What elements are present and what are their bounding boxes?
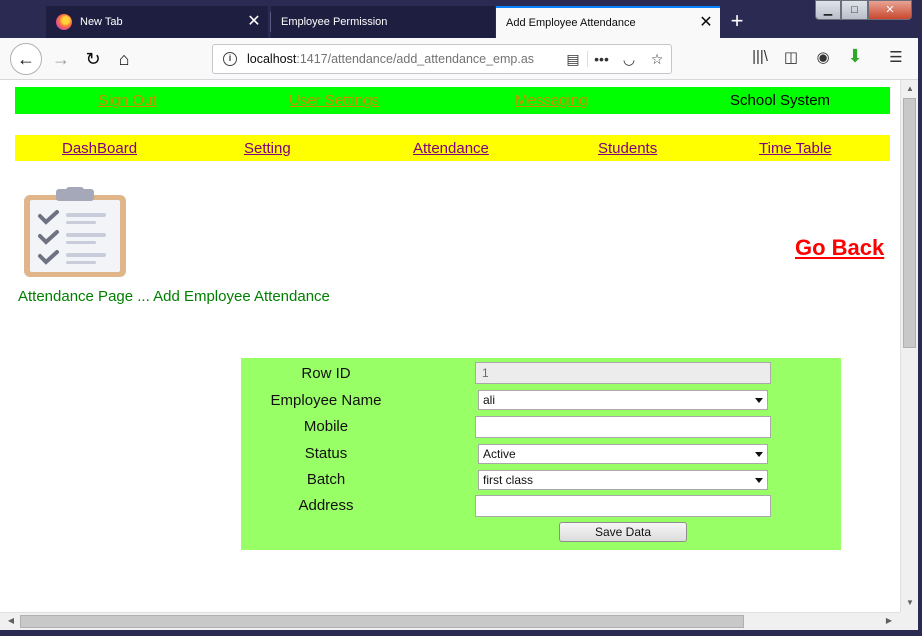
go-back-link[interactable]: Go Back <box>795 235 884 261</box>
browser-titlebar: New Tab ✕ Employee Permission Add Employ… <box>0 0 922 38</box>
main-menu-bar: DashBoard Setting Attendance Students Ti… <box>15 135 890 161</box>
reload-button[interactable]: ↻ <box>77 43 109 75</box>
tab-label: Employee Permission <box>281 16 388 28</box>
window-border <box>918 0 922 636</box>
row-id-field: 1 <box>475 362 771 384</box>
status-value: Active <box>483 447 516 461</box>
top-menu-bar: Sign Out User Settings Messaging School … <box>15 87 890 114</box>
home-button[interactable]: ⌂ <box>108 43 140 75</box>
nav-dashboard[interactable]: DashBoard <box>62 140 137 157</box>
bookmark-star-icon[interactable]: ☆ <box>643 51 671 68</box>
horizontal-scroll-thumb[interactable] <box>20 615 744 628</box>
download-icon[interactable]: ⬇ <box>843 46 867 67</box>
browser-toolbar: ← → ↻ ⌂ i localhost:1417/attendance/add_… <box>0 38 922 80</box>
url-text[interactable]: localhost:1417/attendance/add_attendance… <box>247 52 559 66</box>
batch-value: first class <box>483 473 534 487</box>
back-button[interactable]: ← <box>10 43 42 75</box>
account-icon[interactable]: ◉ <box>811 48 835 66</box>
sidebar-icon[interactable]: ◫ <box>779 48 803 66</box>
url-path: :1417/attendance/add_attendance_emp.as <box>296 52 535 66</box>
vertical-scrollbar[interactable]: ▲ ▼ <box>900 80 918 612</box>
chevron-down-icon <box>755 478 763 483</box>
employee-name-label: Employee Name <box>270 392 382 409</box>
nav-setting[interactable]: Setting <box>244 140 291 157</box>
attendance-form: Row ID 1 Employee Name ali Mobile Status… <box>241 358 841 550</box>
address-label: Address <box>298 497 354 514</box>
tab-new-tab[interactable]: New Tab ✕ <box>46 6 268 38</box>
nav-attendance[interactable]: Attendance <box>413 140 489 157</box>
minimize-button[interactable]: ▁ <box>815 0 841 20</box>
tab-employee-permission[interactable]: Employee Permission <box>271 6 495 38</box>
sign-out-link[interactable]: Sign Out <box>98 92 156 109</box>
batch-select[interactable]: first class <box>478 470 768 490</box>
nav-time-table[interactable]: Time Table <box>759 140 832 157</box>
tab-label: Add Employee Attendance <box>506 17 636 29</box>
chevron-down-icon <box>755 452 763 457</box>
scroll-up-icon[interactable]: ▲ <box>901 84 919 93</box>
mobile-field[interactable] <box>475 416 771 438</box>
nav-students[interactable]: Students <box>598 140 657 157</box>
status-select[interactable]: Active <box>478 444 768 464</box>
chevron-down-icon <box>755 398 763 403</box>
forward-button[interactable]: → <box>45 43 77 75</box>
library-icon[interactable]: |||\ <box>748 48 772 65</box>
firefox-icon <box>56 14 72 30</box>
close-icon[interactable]: ✕ <box>240 14 268 30</box>
vertical-scroll-thumb[interactable] <box>903 98 916 348</box>
reader-view-icon[interactable]: ▤ <box>559 51 587 68</box>
scroll-left-icon[interactable]: ◀ <box>2 616 20 625</box>
horizontal-scrollbar[interactable]: ◀ ▶ <box>0 612 900 630</box>
info-icon[interactable]: i <box>223 52 237 66</box>
pocket-icon[interactable]: ◡ <box>615 51 643 68</box>
employee-name-value: ali <box>483 393 496 407</box>
messaging-link[interactable]: Messaging <box>515 92 588 109</box>
status-label: Status <box>304 445 348 462</box>
maximize-button[interactable]: □ <box>841 0 868 20</box>
url-bar[interactable]: i localhost:1417/attendance/add_attendan… <box>212 44 672 74</box>
address-field[interactable] <box>475 495 771 517</box>
page-caption: Attendance Page ... Add Employee Attenda… <box>18 288 330 305</box>
app-name: School System <box>730 92 831 109</box>
window-close-button[interactable]: ✕ <box>868 0 912 20</box>
clipboard-checklist-icon <box>24 187 126 277</box>
row-id-label: Row ID <box>301 365 351 382</box>
page-viewport: Sign Out User Settings Messaging School … <box>0 80 900 612</box>
save-data-button[interactable]: Save Data <box>559 522 687 542</box>
user-settings-link[interactable]: User Settings <box>289 92 379 109</box>
window-border-bottom <box>0 630 922 636</box>
tab-add-employee-attendance[interactable]: Add Employee Attendance ✕ <box>496 6 720 38</box>
scrollbar-corner <box>900 612 918 630</box>
scroll-right-icon[interactable]: ▶ <box>880 616 898 625</box>
page-actions-icon[interactable]: ••• <box>587 51 615 67</box>
close-icon[interactable]: ✕ <box>692 15 720 31</box>
new-tab-button[interactable]: + <box>722 8 752 36</box>
mobile-label: Mobile <box>303 418 349 435</box>
employee-name-select[interactable]: ali <box>478 390 768 410</box>
url-host: localhost <box>247 52 297 66</box>
scroll-down-icon[interactable]: ▼ <box>901 598 919 607</box>
tab-label: New Tab <box>80 16 123 28</box>
menu-icon[interactable]: ☰ <box>884 48 908 66</box>
batch-label: Batch <box>306 471 346 488</box>
